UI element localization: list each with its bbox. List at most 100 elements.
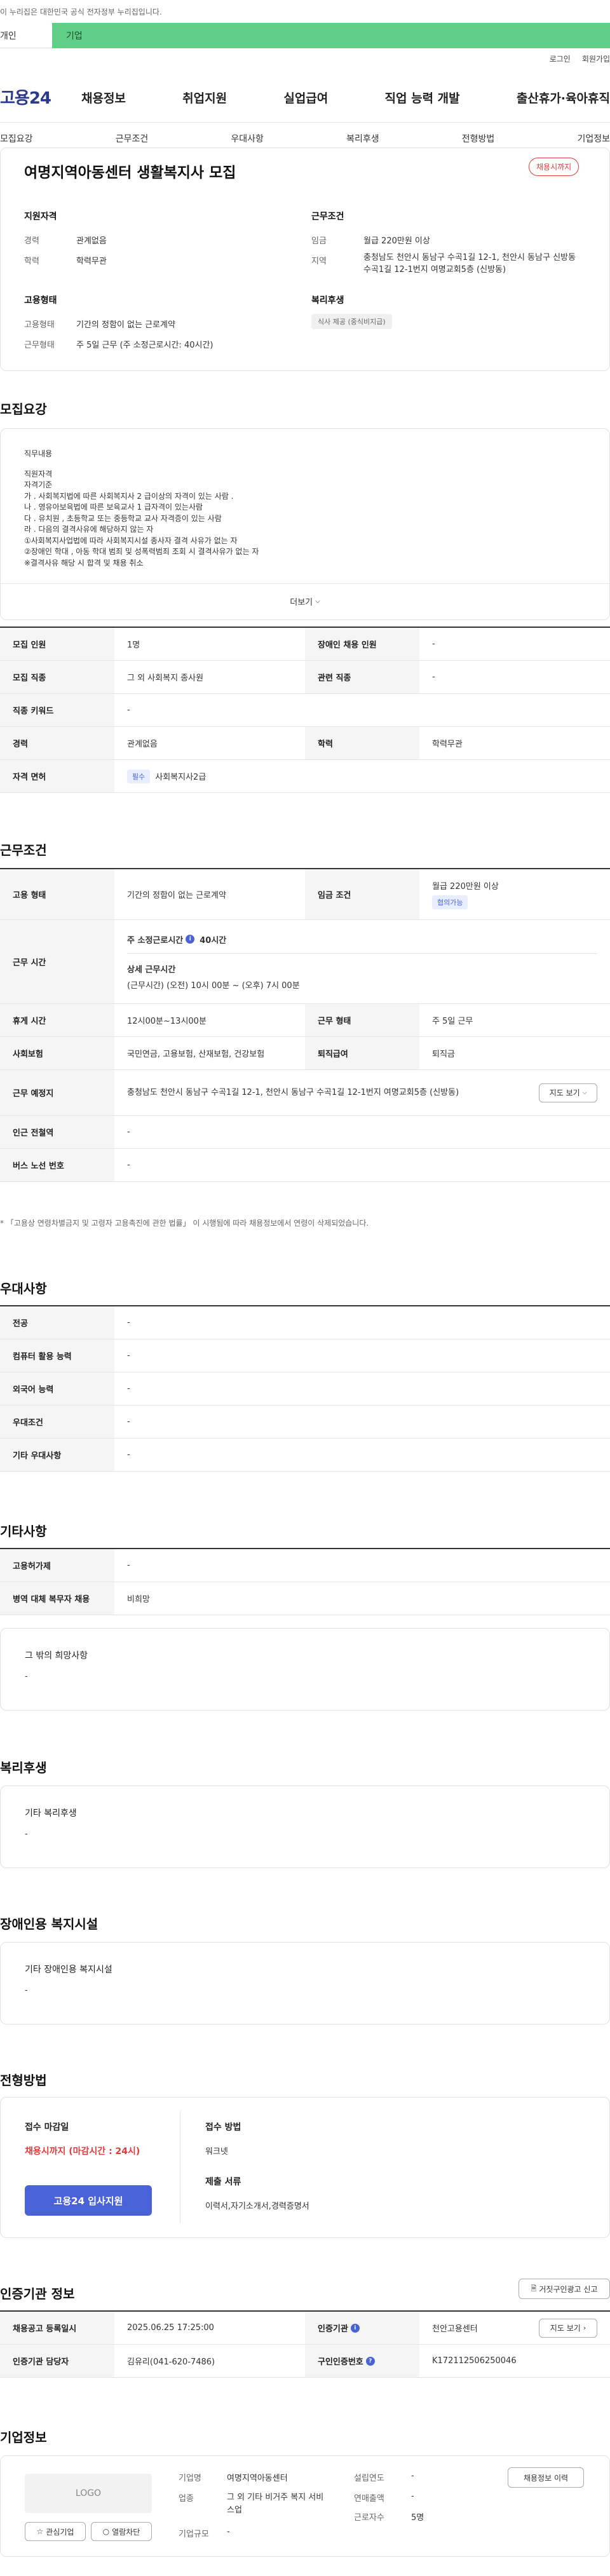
table-row: 경력 관계없음 학력 학력무관 [0,727,610,760]
deadline-label: 접수 마감일 [25,2122,69,2132]
tab-work-conditions[interactable]: 근무조건 [116,132,149,145]
gnb-item-employment-support[interactable]: 취업지원 [182,89,227,106]
gnb-item-parental-leave[interactable]: 출산휴가·육아휴직 [517,89,610,106]
table-row: 버스 노선 번호 - [0,1149,610,1182]
tab-preferences[interactable]: 우대사항 [231,132,264,145]
apply-button[interactable]: 고용24 입사지원 [25,2185,152,2216]
employ-type-value: 기간의 정함이 없는 근로계약 [76,320,175,330]
portal-switch-bar: 개인 기업 [0,23,610,48]
hours-detail-value: (근무시간) (오전) 10시 00분 ~ (오후) 7시 00분 [127,980,300,991]
table-row: 사회보험 국민연금, 고용보험, 산재보험, 건강보험 퇴직급여 퇴직금 [0,1037,610,1070]
gnb-item-skill-development[interactable]: 직업 능력 개발 [385,89,460,106]
cert-section-title: 인증기관 정보 [0,2286,75,2301]
table-row: 외국어 능력 - [0,1373,610,1406]
welfare-box-title: 기타 복리후생 [25,1808,77,1819]
row-value: 퇴직금 [432,1050,455,1059]
prefer-table: 전공 - 컴퓨터 활용 능력 - 외국어 능력 - 우대조건 - 기타 우대사항 - [0,1305,610,1472]
row-label: 장애인 채용 인원 [305,628,419,660]
row-value: K172112506250046 [432,2356,517,2366]
table-row: 모집 인원 1명 장애인 채용 인원 - [0,628,610,661]
company-box: LOGO ☆ 관심기업 ○ 열람차단 기업명 여명지역아동센터 업종 그 외 기타 … [0,2455,610,2557]
table-row: 자격 면허 필수 사회복지사2급 [0,760,610,793]
workcond-section-title: 근무조건 [0,843,47,858]
login-link[interactable]: 로그인 [550,53,571,64]
wage-value: 월급 220만원 이상 [432,882,499,891]
info-icon[interactable]: i [186,935,195,944]
site-logo[interactable]: 고용24 [0,85,51,109]
row-value: 월급 220만원 이상 협의가능 [419,869,610,919]
tab-corporate[interactable]: 기업 [52,23,610,48]
table-row: 휴게 시간 12시00분~13시00분 근무 형태 주 5일 근무 [0,1004,610,1037]
row-label: 직종 키워드 [0,694,114,726]
tab-process[interactable]: 전형방법 [462,132,495,145]
map-button[interactable]: 지도 보기 › [539,2318,597,2338]
revenue-label: 연매출액 [354,2494,384,2504]
job-history-button[interactable]: 채용정보 이력 [508,2467,584,2488]
region-value: 충청남도 천안시 동남구 수곡1길 12-1, 천안시 동남구 신방동 수곡1길… [363,253,576,275]
global-nav: 채용정보 취업지원 실업급여 직업 능력 개발 출산휴가·육아휴직 [81,89,610,106]
tab-personal[interactable]: 개인 [0,23,52,48]
report-fake-ad-button[interactable]: 🗎 거짓구인광고 신고 [518,2279,610,2299]
process-box: 접수 마감일 채용시까지 (마감시간 : 24시) 고용24 입사지원 접수 방… [0,2097,610,2238]
table-row: 고용허가제 - [0,1549,610,1582]
table-row: 기타 우대사항 - [0,1439,610,1472]
org-value: 천안고용센터 [432,2324,478,2334]
duty-line: 직원자격 [24,469,53,478]
row-value: - [127,1160,130,1170]
map-button[interactable]: 지도 보기 ⌵ [539,1083,597,1102]
docs-label: 제출 서류 [205,2177,241,2187]
row-value: 관계없음 [127,740,158,749]
method-value: 워크넷 [205,2147,228,2157]
tab-company[interactable]: 기업정보 [577,132,610,145]
docs-value: 이력서,자기소개서,경력증명서 [205,2202,309,2211]
gnb-item-unemployment-benefit[interactable]: 실업급여 [283,89,328,106]
deadline-value: 채용시까지 (마감시간 : 24시) [25,2146,140,2157]
table-row: 병역 대체 복무자 채용 비희망 [0,1582,610,1615]
signup-link[interactable]: 회원가입 [582,53,610,64]
weekly-hours: 주 소정근로시간 i 40시간 [127,933,597,954]
row-value: - [432,639,435,649]
founded-value: - [411,2471,414,2481]
row-label: 관련 직종 [305,661,419,693]
star-icon: ☆ [36,2527,44,2536]
industry-label: 업종 [179,2494,194,2504]
company-name-label: 기업명 [179,2474,201,2483]
education-label: 학력 [24,257,39,266]
info-icon[interactable]: i [350,2323,360,2333]
company-logo-placeholder: LOGO [25,2474,152,2513]
required-chip: 필수 [127,769,151,783]
etc-section-title: 기타사항 [0,1524,47,1539]
row-value: 그 외 사회복지 종사원 [127,674,204,683]
row-value: 천안고용센터 지도 보기 › [419,2312,610,2344]
row-value: 학력무관 [432,740,463,749]
table-row: 직종 키워드 - [0,694,610,727]
weekly-hours-value: 40시간 [200,935,227,946]
info-icon[interactable]: ? [365,2356,375,2366]
other-wishes-value: - [25,1672,28,1681]
tab-welfare[interactable]: 복리후생 [346,132,379,145]
company-size-label: 기업규모 [179,2530,209,2539]
gov-banner: 이 누리집은 대한민국 공식 전자정부 누리집입니다. [0,0,610,23]
favorite-company-button[interactable]: ☆ 관심기업 [25,2522,86,2541]
row-value: 김유리(041-620-7486) [127,2357,215,2367]
duty-content: 직무내용 직원자격 자격기준 가 . 사회복지법에 따른 사회복지사 2 급이상… [24,449,583,569]
method-label: 접수 방법 [205,2122,241,2132]
status-badge: 채용시까지 [529,158,580,176]
row-value: 2025.06.25 17:25:00 [127,2323,214,2333]
row-value: - [127,1417,130,1427]
employees-label: 근로자수 [354,2513,384,2523]
block-view-button[interactable]: ○ 열람차단 [91,2522,152,2541]
row-label: 고용허가제 [0,1549,114,1582]
row-value: 기간의 정함이 없는 근로계약 [127,891,226,900]
welfare-chip: 식사 제공 (중식비지급) [311,314,392,329]
tab-recruit[interactable]: 모집요강 [0,132,33,145]
table-row: 고용 형태 기간의 정함이 없는 근로계약 임금 조건 월급 220만원 이상 … [0,869,610,920]
age-notice: * 「고용상 연령차별금지 및 고령자 고용촉진에 관한 법률」 이 시행됨에 … [0,1219,369,1228]
duty-line: 자격기준 [24,480,53,489]
more-button[interactable]: 더보기 ⌵ [0,583,610,619]
document-icon: 🗎 [531,2284,537,2293]
row-label: 경력 [0,727,114,759]
work-form-label: 근무형태 [24,341,55,350]
duty-line: 라 . 다음의 결격사유에 해당하지 않는 자 [24,525,154,534]
gnb-item-jobs[interactable]: 채용정보 [81,89,126,106]
